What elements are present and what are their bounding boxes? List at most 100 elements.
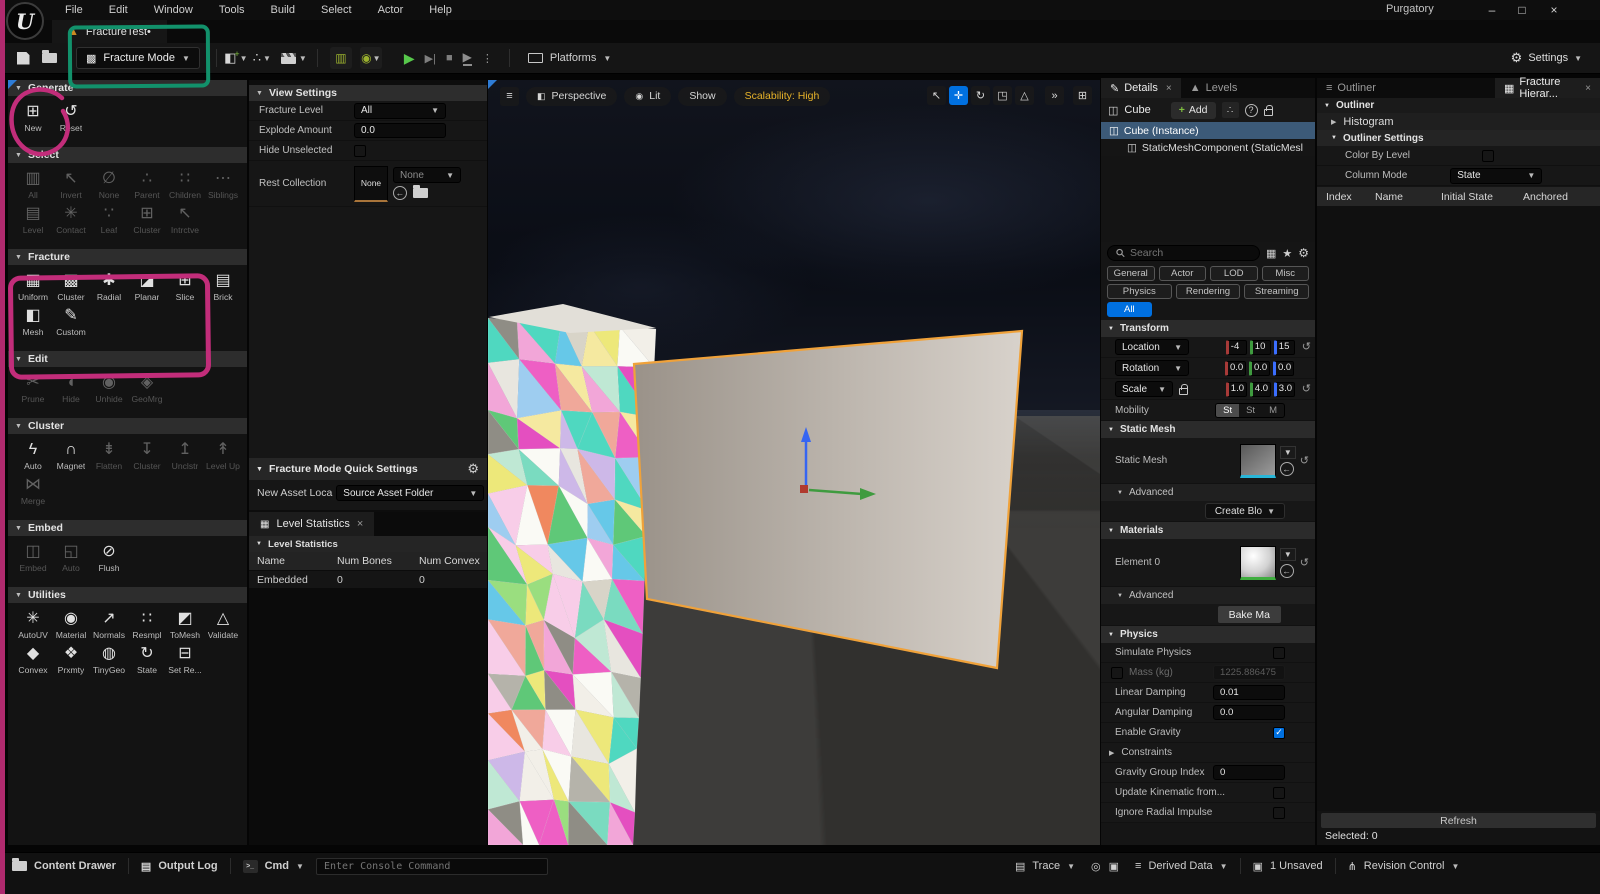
tool-autouv[interactable]: ✳AutoUV [14, 610, 52, 640]
new-asset-location-dropdown[interactable]: Source Asset Folder▼ [336, 485, 484, 501]
use-selected-icon[interactable]: ← [1280, 462, 1294, 476]
menu-file[interactable]: File [52, 0, 96, 20]
gear-icon[interactable]: ⚙ [467, 461, 479, 477]
generate-section-header[interactable]: ▼Generate [8, 80, 247, 96]
gear-icon[interactable]: ⚙ [1298, 246, 1309, 260]
color-by-level-checkbox[interactable] [1482, 150, 1494, 162]
ignore-radial-impulse-checkbox[interactable] [1273, 807, 1285, 819]
stop-button[interactable]: ■ [446, 52, 453, 64]
rotation-z-input[interactable]: 0.0 [1273, 361, 1294, 376]
select-tool-icon[interactable]: ↖ [927, 86, 946, 105]
play-options-icon[interactable]: ⋮ [482, 52, 493, 65]
tool-slice[interactable]: ⊞Slice [166, 272, 204, 302]
unsaved-button[interactable]: ▣1 Unsaved [1241, 853, 1335, 879]
level-statistics-section-header[interactable]: ▼Level Statistics [249, 536, 487, 552]
histogram-row[interactable]: ▶Histogram [1317, 113, 1600, 130]
insights-icon[interactable]: ◎ [1087, 853, 1105, 879]
tool-brick[interactable]: ▤Brick [204, 272, 242, 302]
rest-collection-dropdown[interactable]: None▼ [393, 167, 461, 183]
reset-icon[interactable]: ↺ [1300, 556, 1309, 569]
linear-damping-input[interactable]: 0.01 [1213, 685, 1285, 700]
content-drawer-button[interactable]: Content Drawer [0, 853, 128, 879]
hierarchy-column-initial-state[interactable]: Initial State [1441, 191, 1497, 203]
close-icon[interactable]: × [357, 518, 363, 530]
outliner-settings-header[interactable]: ▼Outliner Settings [1317, 130, 1600, 146]
filter-actor[interactable]: Actor [1159, 266, 1207, 281]
output-log-button[interactable]: ▤Output Log [129, 853, 230, 879]
static-mesh-advanced-header[interactable]: ▼Advanced [1101, 484, 1315, 501]
save-icon[interactable] [10, 47, 36, 69]
filter-general[interactable]: General [1107, 266, 1155, 281]
hierarchy-column-name[interactable]: Name [1375, 191, 1441, 203]
stats-column-num-bones[interactable]: Num Bones [337, 555, 419, 567]
scale-x-input[interactable]: 1.0 [1226, 382, 1247, 397]
mobility-segmented-control[interactable]: StStM [1215, 403, 1285, 418]
create-blueprint-button[interactable]: Create Blo▼ [1205, 503, 1285, 519]
filter-all[interactable]: All [1107, 302, 1152, 317]
scale-lock-icon[interactable] [1179, 388, 1188, 395]
trace-dropdown[interactable]: ▤Trace▼ [1003, 853, 1087, 879]
cluster-section-header[interactable]: ▼Cluster [8, 418, 247, 434]
hierarchy-column-index[interactable]: Index [1317, 191, 1375, 203]
cinematics-icon[interactable]: ▼ [281, 47, 307, 69]
simulate-physics-checkbox[interactable] [1273, 647, 1285, 659]
move-tool-icon[interactable]: ✛ [949, 86, 968, 105]
materials-section-header[interactable]: ▼Materials [1101, 522, 1315, 539]
tool-reset[interactable]: ↺Reset [52, 103, 90, 133]
hierarchy-table-body[interactable] [1317, 206, 1600, 811]
menu-edit[interactable]: Edit [96, 0, 141, 20]
editor-mode-dropdown[interactable]: ▩ Fracture Mode ▼ [76, 47, 200, 69]
help-icon[interactable]: ? [1245, 104, 1258, 117]
embed-section-header[interactable]: ▼Embed [8, 520, 247, 536]
tool-tinygeo[interactable]: ◍TinyGeo [90, 645, 128, 675]
materials-advanced-header[interactable]: ▼Advanced [1101, 587, 1315, 604]
browse-content-icon[interactable] [36, 47, 62, 69]
fracture-section-header[interactable]: ▼Fracture [8, 249, 247, 265]
filter-rendering[interactable]: Rendering [1176, 284, 1241, 299]
camera-speed-icon[interactable]: △ [1015, 86, 1034, 105]
reset-icon[interactable]: ↺ [1300, 454, 1309, 467]
close-icon[interactable]: × [1166, 83, 1172, 94]
static-mesh-thumbnail[interactable] [1240, 444, 1276, 478]
tool-auto[interactable]: ϟAuto [14, 441, 52, 471]
quick-settings-header[interactable]: ▼Fracture Mode Quick Settings ⚙ [249, 458, 487, 480]
display-options-icon[interactable]: ▦ [1266, 247, 1276, 260]
derived-data-dropdown[interactable]: ≡Derived Data▼ [1123, 853, 1240, 879]
tool-planar[interactable]: ◪Planar [128, 272, 166, 302]
tool-uniform[interactable]: ▦Uniform [14, 272, 52, 302]
refresh-button[interactable]: Refresh [1321, 813, 1596, 828]
restore-button[interactable]: □ [1509, 0, 1535, 20]
tool-magnet[interactable]: ∩Magnet [52, 441, 90, 471]
filter-misc[interactable]: Misc [1262, 266, 1310, 281]
grid-snap-icon[interactable]: ⊞ [1073, 86, 1092, 105]
stats-column-name[interactable]: Name [249, 555, 337, 567]
tool-custom[interactable]: ✎Custom [52, 307, 90, 337]
update-kinematic-from-checkbox[interactable] [1273, 787, 1285, 799]
stats-column-num-convex[interactable]: Num Convex [419, 555, 485, 567]
location-z-input[interactable]: 15 [1274, 340, 1295, 355]
menu-window[interactable]: Window [141, 0, 206, 20]
outliner-section-header[interactable]: ▼Outliner [1317, 98, 1600, 113]
rotation-dropdown[interactable]: Rotation▼ [1115, 360, 1189, 376]
chevron-down-icon[interactable]: ▼ [1280, 446, 1296, 459]
tab-levels[interactable]: ▲Levels [1181, 78, 1247, 98]
reset-icon[interactable]: ↺ [1302, 382, 1311, 397]
selected-wall[interactable] [634, 331, 1022, 668]
utilities-section-header[interactable]: ▼Utilities [8, 587, 247, 603]
minimize-button[interactable]: – [1479, 0, 1505, 20]
scale-z-input[interactable]: 3.0 [1274, 382, 1295, 397]
rotation-y-input[interactable]: 0.0 [1249, 361, 1270, 376]
gizmo-origin[interactable] [800, 485, 808, 493]
gravity-group-index-input[interactable]: 0 [1213, 765, 1285, 780]
add-component-button[interactable]: +Add [1171, 102, 1216, 119]
fracture-level-dropdown[interactable]: All▼ [354, 103, 446, 119]
enable-gravity-checkbox[interactable]: ✓ [1273, 727, 1285, 739]
tab-outliner[interactable]: ≡Outliner [1317, 78, 1385, 98]
add-actor-icon[interactable]: ◧+▼ [223, 47, 249, 69]
revision-control-dropdown[interactable]: ⋔Revision Control▼ [1336, 853, 1472, 879]
menu-help[interactable]: Help [416, 0, 465, 20]
hide-unselected-checkbox[interactable] [354, 145, 366, 157]
perspective-dropdown[interactable]: ◧Perspective [526, 87, 617, 106]
selection-mode-icon[interactable]: ◉▼ [360, 47, 382, 69]
tool-flush[interactable]: ⊘Flush [90, 543, 128, 573]
